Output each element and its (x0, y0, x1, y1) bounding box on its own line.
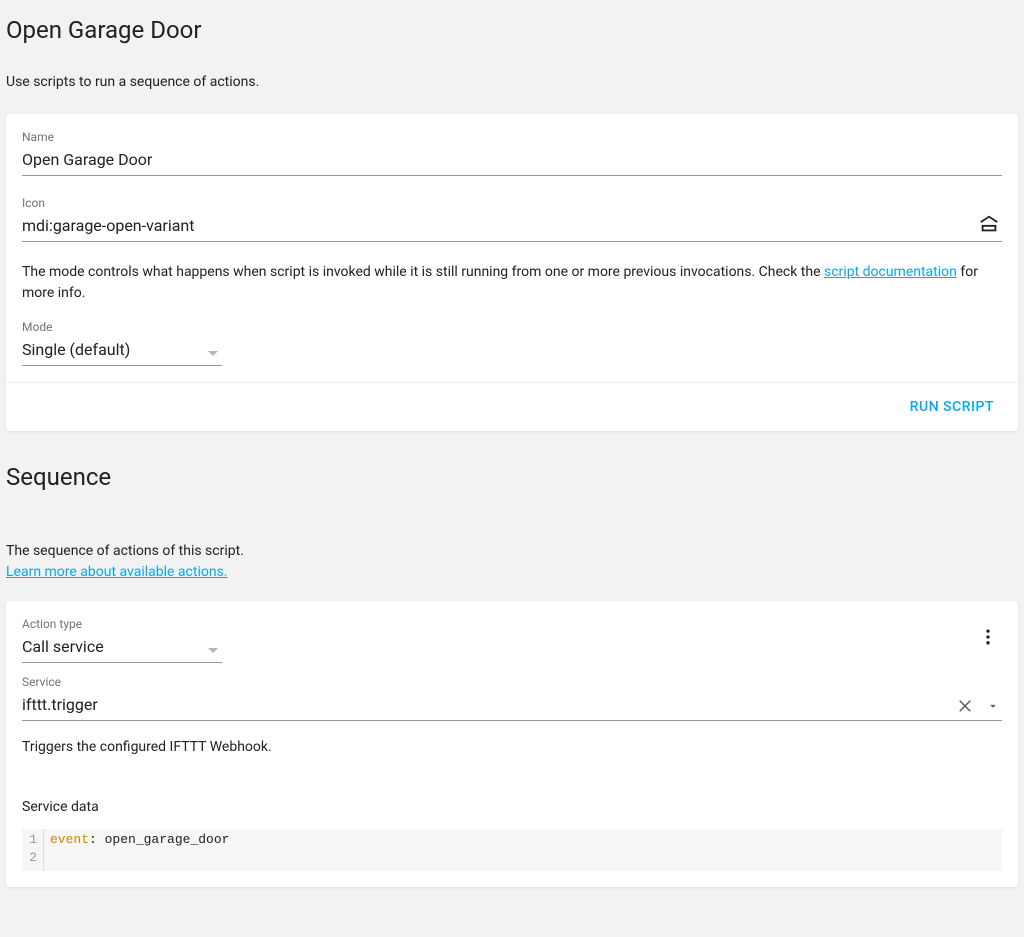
clear-service-button[interactable] (954, 695, 976, 717)
service-label: Service (22, 675, 1002, 689)
service-input[interactable] (22, 691, 1002, 721)
chevron-down-icon (208, 648, 218, 653)
service-dropdown-button[interactable] (984, 697, 1002, 715)
mode-helper-text: The mode controls what happens when scri… (22, 262, 1002, 304)
yaml-value: : open_garage_door (89, 832, 229, 847)
more-vert-icon (978, 627, 998, 647)
action-card: Action type Call service Service (6, 601, 1018, 887)
mode-helper-pre: The mode controls what happens when scri… (22, 264, 824, 280)
editor-body[interactable]: event: open_garage_door (44, 829, 1002, 871)
name-label: Name (22, 130, 1002, 144)
chevron-down-icon (986, 699, 1000, 713)
action-type-select[interactable]: Call service (22, 633, 222, 663)
service-data-label: Service data (22, 799, 1002, 815)
page-subtitle: Use scripts to run a sequence of actions… (6, 74, 1018, 90)
sequence-title: Sequence (6, 463, 1018, 491)
icon-label: Icon (22, 196, 1002, 210)
service-field: Service (22, 675, 1002, 721)
service-description: Triggers the configured IFTTT Webhook. (22, 739, 1002, 755)
action-type-field: Action type Call service (22, 617, 222, 663)
mode-label: Mode (22, 320, 222, 334)
learn-actions-link[interactable]: Learn more about available actions. (6, 564, 227, 580)
chevron-down-icon (208, 351, 218, 356)
yaml-key: event (50, 832, 89, 847)
sequence-subtitle: The sequence of actions of this script. … (6, 541, 1018, 583)
editor-gutter: 1 2 (22, 829, 44, 871)
close-icon (956, 697, 974, 715)
mode-field: Mode Single (default) (22, 320, 222, 366)
card-actions: RUN SCRIPT (6, 382, 1018, 431)
garage-open-icon (978, 213, 1000, 235)
script-config-card: Name Icon The mode controls what happens… (6, 114, 1018, 431)
run-script-button[interactable]: RUN SCRIPT (902, 391, 1002, 423)
name-field: Name (22, 130, 1002, 176)
action-more-button[interactable] (974, 623, 1002, 651)
action-type-label: Action type (22, 617, 222, 631)
mode-select[interactable]: Single (default) (22, 336, 222, 366)
gutter-line-1: 1 (26, 831, 39, 849)
script-documentation-link[interactable]: script documentation (824, 264, 957, 280)
name-input[interactable] (22, 146, 1002, 176)
sequence-subtitle-text: The sequence of actions of this script. (6, 543, 244, 559)
icon-input[interactable] (22, 212, 1002, 242)
icon-field: Icon (22, 196, 1002, 242)
page-title: Open Garage Door (6, 16, 1018, 44)
gutter-line-2: 2 (26, 849, 39, 867)
service-data-editor[interactable]: 1 2 event: open_garage_door (22, 829, 1002, 871)
